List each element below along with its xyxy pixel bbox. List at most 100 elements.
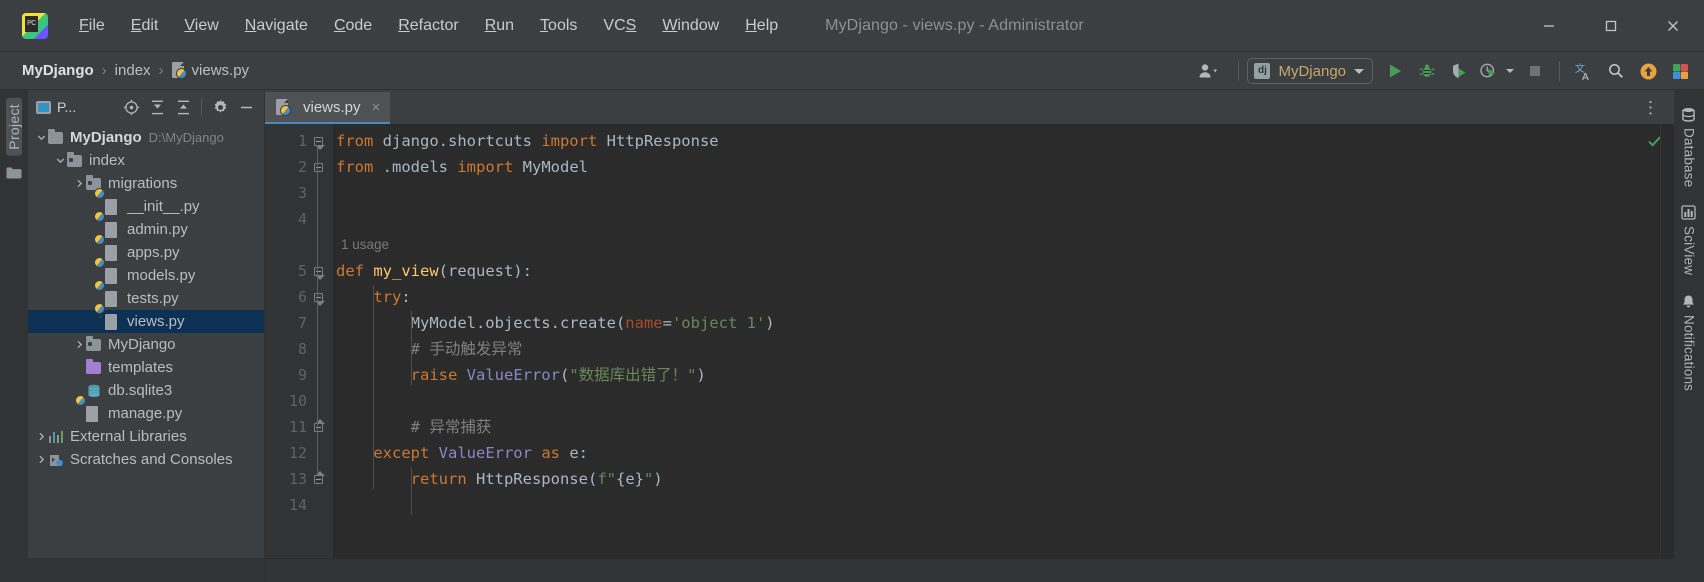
window-title: MyDjango - views.py - Administrator [825, 16, 1084, 34]
menu-run[interactable]: Run [472, 13, 527, 39]
code-line-5[interactable]: def my_view(request): [336, 258, 532, 284]
run-icon[interactable] [1379, 56, 1411, 86]
code-line-9[interactable]: raise ValueError("数据库出错了！") [336, 362, 706, 388]
tree-item-views-py[interactable]: views.py [28, 302, 264, 333]
chevron-right-icon[interactable] [34, 432, 48, 441]
line-number: 14 [288, 496, 307, 514]
update-available-icon[interactable] [1632, 56, 1664, 86]
chevron-down-icon[interactable] [34, 133, 48, 142]
tree-item-mydjango[interactable]: MyDjango [28, 333, 264, 356]
tree-item-models-py[interactable]: models.py [28, 256, 264, 287]
code-token: f" [597, 470, 616, 488]
editor-error-stripe[interactable] [1644, 124, 1661, 558]
inlay-hint-usage-count[interactable]: 1 usage [341, 232, 389, 258]
translate-icon[interactable]: 文 A [1568, 56, 1600, 86]
tree-item-manage-py[interactable]: manage.py [28, 394, 264, 425]
tree-item-migrations[interactable]: migrations [28, 172, 264, 195]
editor-gutter[interactable]: 1 2 3 4 5 6 7 8 9 10 11 12 13 14 [265, 124, 333, 558]
code-line-7[interactable]: MyModel.objects.create(name='object 1') [336, 310, 775, 336]
plugin-icon[interactable] [1664, 56, 1696, 86]
chevron-right-icon[interactable] [72, 340, 86, 349]
tree-item-templates[interactable]: templates [28, 356, 264, 379]
menu-file[interactable]: File [66, 13, 118, 39]
chevron-right-icon[interactable] [34, 455, 48, 464]
tree-item-scratches-and-consoles[interactable]: Scratches and Consoles [28, 448, 264, 471]
stop-icon[interactable] [1519, 56, 1551, 86]
code-fold-toggle[interactable] [311, 414, 325, 440]
menu-refactor[interactable]: Refactor [385, 13, 471, 39]
code-fold-toggle[interactable] [311, 258, 325, 284]
tree-item-apps-py[interactable]: apps.py [28, 233, 264, 264]
expand-all-button[interactable] [145, 95, 169, 119]
menu-view[interactable]: View [171, 13, 231, 39]
debug-icon[interactable] [1411, 56, 1443, 86]
tree-item-db-sqlite3[interactable]: db.sqlite3 [28, 379, 264, 402]
chevron-down-icon[interactable] [53, 156, 67, 165]
breadcrumb-item-views-py[interactable]: views.py [171, 62, 249, 79]
close-tab-icon[interactable]: × [372, 99, 381, 116]
run-with-coverage-icon[interactable] [1443, 56, 1475, 86]
profiler-icon[interactable] [1475, 56, 1501, 86]
code-fold-toggle[interactable] [311, 154, 325, 180]
editor-scrollbar[interactable] [1660, 124, 1674, 558]
maximize-button[interactable] [1580, 0, 1642, 52]
breadcrumb-separator: › [101, 62, 107, 79]
menu-tools[interactable]: Tools [527, 13, 590, 39]
line-number: 12 [288, 444, 307, 462]
project-tree[interactable]: MyDjango D:\MyDjango index migrations __init… [28, 124, 264, 558]
code-line-8[interactable]: # 手动触发异常 [336, 336, 523, 362]
menu-code[interactable]: Code [321, 13, 385, 39]
minimize-button[interactable] [1518, 0, 1580, 52]
editor-options-kebab-icon[interactable]: ⋮ [1634, 97, 1668, 118]
tree-item-label: tests.py [127, 290, 179, 307]
run-configuration-selector[interactable]: dj MyDjango [1247, 58, 1373, 84]
profiler-dropdown-icon[interactable] [1501, 56, 1519, 86]
menu-window[interactable]: Window [649, 13, 732, 39]
window-controls [1518, 0, 1704, 52]
gear-icon[interactable] [208, 95, 232, 119]
code-fold-toggle[interactable] [311, 128, 325, 154]
select-opened-file-button[interactable] [119, 95, 143, 119]
menu-vcs[interactable]: VCS [590, 13, 649, 39]
tree-item-external-libraries[interactable]: External Libraries [28, 425, 264, 448]
code-line-13[interactable]: return HttpResponse(f"{e}") [336, 466, 663, 492]
code-fold-toggle[interactable] [311, 466, 325, 492]
tree-item---init---py[interactable]: __init__.py [28, 187, 264, 218]
menu-edit[interactable]: Edit [118, 13, 172, 39]
code-token: import [457, 158, 523, 176]
code-token: e: [569, 444, 588, 462]
tree-item-label: External Libraries [70, 428, 187, 445]
menu-navigate[interactable]: Navigate [232, 13, 321, 39]
collapse-all-button[interactable] [171, 95, 195, 119]
code-token: from [336, 158, 383, 176]
chevron-right-icon[interactable] [72, 179, 86, 188]
code-token: HttpResponse [606, 132, 719, 150]
menu-help[interactable]: Help [732, 13, 791, 39]
tree-item-tests-py[interactable]: tests.py [28, 279, 264, 310]
code-line-2[interactable]: from .models import MyModel [336, 154, 588, 180]
code-content[interactable]: from django.shortcuts import HttpRespons… [333, 124, 1644, 558]
user-account-icon[interactable] [1188, 56, 1230, 86]
tree-item-admin-py[interactable]: admin.py [28, 210, 264, 241]
tool-window-button-project[interactable]: Project [6, 98, 22, 156]
breadcrumb-item-index[interactable]: index [115, 62, 151, 79]
tree-item-label: MyDjango [70, 129, 142, 146]
line-number: 6 [297, 288, 307, 306]
breadcrumb-item-mydjango[interactable]: MyDjango [22, 62, 94, 79]
code-line-1[interactable]: from django.shortcuts import HttpRespons… [336, 128, 719, 154]
code-fold-toggle[interactable] [311, 284, 325, 310]
code-line-11[interactable]: # 异常捕获 [336, 414, 492, 440]
tool-window-button-sciview[interactable]: SciView [1681, 198, 1697, 282]
editor-tab-views-py[interactable]: views.py × [265, 92, 391, 124]
hide-panel-button[interactable] [234, 95, 258, 119]
close-button[interactable] [1642, 0, 1704, 52]
tree-item-index[interactable]: index [28, 149, 264, 172]
tool-window-button-notifications[interactable]: Notifications [1681, 287, 1697, 398]
search-everywhere-icon[interactable] [1600, 56, 1632, 86]
tree-item-mydjango[interactable]: MyDjango D:\MyDjango [28, 126, 264, 149]
sciview-icon [1681, 205, 1697, 221]
tool-window-button-database[interactable]: Database [1681, 100, 1697, 194]
structure-folder-icon[interactable] [6, 166, 22, 185]
database-icon [86, 383, 103, 399]
title-bar: FileEditViewNavigateCodeRefactorRunTools… [0, 0, 1704, 52]
